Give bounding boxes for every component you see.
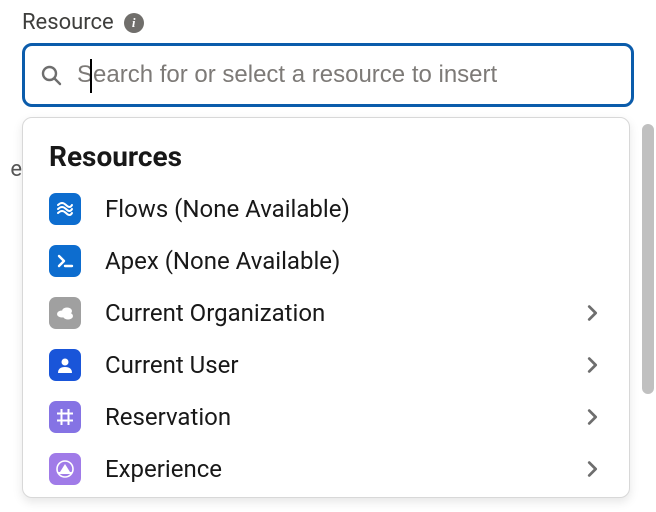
experience-icon — [49, 453, 81, 485]
dropdown-item-apex[interactable]: Apex (None Available) — [23, 235, 629, 287]
dropdown-item-flows[interactable]: Flows (None Available) — [23, 183, 629, 235]
apex-icon — [49, 245, 81, 277]
dropdown-item-label: Reservation — [105, 403, 557, 431]
dropdown-item-experience[interactable]: Experience — [23, 443, 629, 495]
resource-dropdown: Resources Flows (None Available) Apex (N… — [22, 117, 630, 498]
info-icon[interactable]: i — [124, 13, 144, 33]
resource-search-input[interactable] — [77, 61, 617, 89]
dropdown-item-label: Current User — [105, 351, 557, 379]
search-icon — [39, 63, 63, 87]
chevron-right-icon — [581, 302, 603, 324]
dropdown-heading: Resources — [23, 140, 629, 183]
org-icon — [49, 297, 81, 329]
field-label: Resource — [22, 10, 114, 35]
user-icon — [49, 349, 81, 381]
flow-icon — [49, 193, 81, 225]
chevron-right-icon — [581, 354, 603, 376]
background-text-fragment: e — [0, 134, 22, 204]
resource-combobox[interactable] — [22, 43, 634, 107]
dropdown-item-current-user[interactable]: Current User — [23, 339, 629, 391]
text-cursor — [90, 59, 92, 93]
dropdown-item-reservation[interactable]: Reservation — [23, 391, 629, 443]
chevron-right-icon — [581, 406, 603, 428]
resource-field: Resource i — [0, 0, 656, 107]
reservation-icon — [49, 401, 81, 433]
dropdown-item-label: Current Organization — [105, 299, 557, 327]
dropdown-item-label: Experience — [105, 455, 557, 483]
field-label-row: Resource i — [22, 10, 634, 35]
chevron-right-icon — [581, 458, 603, 480]
scrollbar-thumb[interactable] — [642, 124, 654, 394]
dropdown-item-current-organization[interactable]: Current Organization — [23, 287, 629, 339]
dropdown-item-label: Flows (None Available) — [105, 195, 603, 223]
dropdown-item-label: Apex (None Available) — [105, 247, 603, 275]
